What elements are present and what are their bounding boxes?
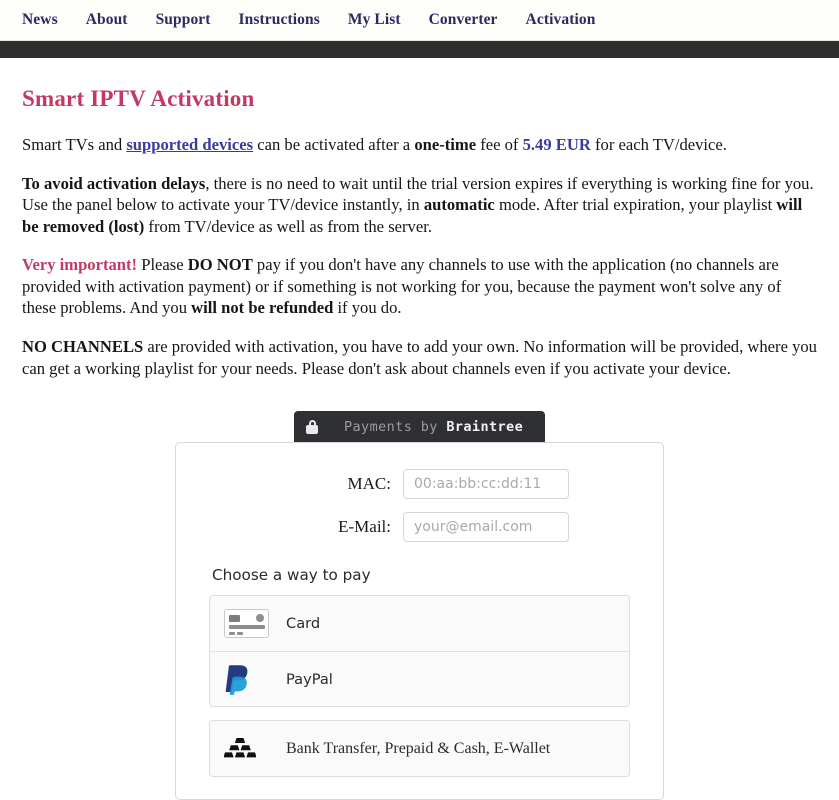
intro-text-3: fee of <box>476 135 523 154</box>
lock-icon <box>306 419 318 434</box>
paragraph-intro: Smart TVs and supported devices can be a… <box>22 134 817 156</box>
pay-option-bank-transfer-label: Bank Transfer, Prepaid & Cash, E-Wallet <box>286 739 551 757</box>
mac-field-row: MAC: <box>209 469 630 500</box>
mac-label: MAC: <box>347 474 391 494</box>
pay-option-card[interactable]: Card <box>210 596 629 652</box>
email-input[interactable] <box>403 512 569 543</box>
email-field-row: E-Mail: <box>209 512 630 543</box>
pay-option-paypal-label: PayPal <box>286 670 333 688</box>
do-not-emphasis: DO NOT <box>187 255 253 275</box>
intro-text-4: for each TV/device. <box>590 135 727 154</box>
pay-option-bank-transfer[interactable]: Bank Transfer, Prepaid & Cash, E-Wallet <box>210 721 629 777</box>
delays-text-2: mode. After trial expiration, your playl… <box>494 195 777 215</box>
intro-text-2: can be activated after a <box>253 135 415 154</box>
nav-support[interactable]: Support <box>156 11 211 29</box>
payment-panel: MAC: E-Mail: Choose a way to pay <box>175 442 664 800</box>
intro-text-1: Smart TVs and <box>22 135 127 154</box>
nav-news[interactable]: News <box>22 11 58 29</box>
price-value: 5.49 EUR <box>522 135 591 154</box>
nav-instructions[interactable]: Instructions <box>239 11 320 29</box>
no-channels-emphasis: NO CHANNELS <box>22 336 144 356</box>
supported-devices-link[interactable]: supported devices <box>126 135 253 154</box>
mac-input[interactable] <box>403 469 569 500</box>
delays-text-3: from TV/device as well as from the serve… <box>144 216 432 236</box>
nav-activation[interactable]: Activation <box>526 11 596 29</box>
paragraph-very-important: Very important! Please DO NOT pay if you… <box>22 254 817 319</box>
important-text-3: if you do. <box>333 298 402 318</box>
braintree-prefix: Payments by <box>344 418 447 435</box>
pay-option-card-label: Card <box>286 615 321 633</box>
main-nav: News About Support Instructions My List … <box>0 0 839 41</box>
paragraph-avoid-delays: To avoid activation delays, there is no … <box>22 173 817 238</box>
avoid-delays-emphasis: To avoid activation delays <box>22 173 206 193</box>
paragraph-no-channels: NO CHANNELS are provided with activation… <box>22 336 817 379</box>
payment-panel-wrap: MAC: E-Mail: Choose a way to pay <box>22 442 817 800</box>
top-navigation-bar: News About Support Instructions My List … <box>0 0 839 58</box>
braintree-label: Payments by Braintree <box>344 419 523 435</box>
one-time-emphasis: one-time <box>414 135 477 154</box>
page-title: Smart IPTV Activation <box>22 86 255 111</box>
nav-my-list[interactable]: My List <box>348 11 401 29</box>
nav-dark-band <box>0 41 839 58</box>
nav-about[interactable]: About <box>86 11 128 29</box>
important-text-1: Please <box>137 255 188 275</box>
choose-payment-label: Choose a way to pay <box>212 566 371 585</box>
automatic-emphasis: automatic <box>423 195 495 215</box>
email-label: E-Mail: <box>338 517 391 537</box>
paypal-icon <box>224 663 278 696</box>
braintree-header-wrap: Payments by Braintree <box>22 411 817 443</box>
nav-converter[interactable]: Converter <box>429 11 498 29</box>
credit-card-icon <box>224 609 278 639</box>
gold-bars-icon <box>224 737 278 761</box>
not-refunded-emphasis: will not be refunded <box>191 298 334 318</box>
very-important-label: Very important! <box>22 255 138 275</box>
braintree-brand: Braintree <box>446 418 524 435</box>
payment-methods-group-primary: Card PayPal <box>209 595 630 708</box>
payment-methods-group-secondary: Bank Transfer, Prepaid & Cash, E-Wallet <box>209 720 630 778</box>
page-content: Smart IPTV Activation Smart TVs and supp… <box>0 86 839 800</box>
pay-option-paypal[interactable]: PayPal <box>210 651 629 707</box>
braintree-header: Payments by Braintree <box>294 411 545 443</box>
